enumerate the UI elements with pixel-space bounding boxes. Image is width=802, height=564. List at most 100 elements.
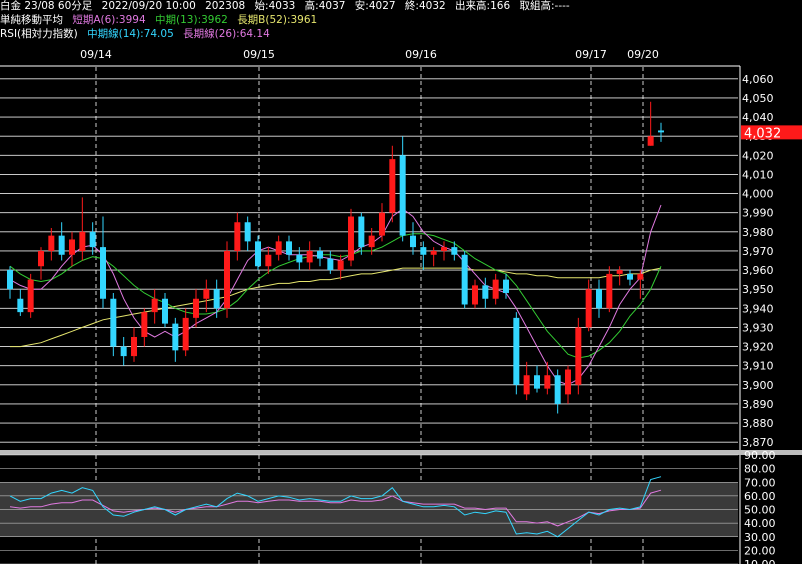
candle-body	[596, 289, 602, 309]
candle-body	[100, 247, 106, 299]
candle-body	[89, 231, 96, 248]
price-tick-label: 3,920	[742, 341, 774, 354]
candle-body	[503, 279, 509, 294]
candle-body	[348, 216, 354, 261]
candle-body	[637, 273, 644, 280]
rsi-tick-label: 60.00	[744, 490, 776, 503]
candle-body	[441, 247, 447, 251]
pane-separator	[0, 450, 802, 455]
price-tick-label: 3,940	[742, 302, 774, 315]
price-tick-label: 3,870	[742, 436, 774, 449]
rsi-tick-label: 10.00	[744, 558, 776, 564]
candle-body	[575, 327, 582, 385]
price-tick-label: 4,000	[742, 188, 774, 201]
candle-body	[265, 254, 272, 267]
candle-body	[306, 250, 313, 263]
price-tick-label: 3,950	[742, 283, 774, 296]
candle-body	[327, 258, 334, 271]
candle-body	[368, 235, 375, 248]
candle-body	[234, 222, 241, 251]
candle-body	[120, 346, 127, 357]
candle-body	[513, 317, 520, 385]
price-tick-label: 4,020	[742, 149, 774, 162]
date-label: 09/16	[405, 48, 437, 61]
rsi-tick-label: 50.00	[744, 504, 776, 517]
candle-body	[358, 216, 365, 248]
candle-body	[565, 369, 571, 395]
price-tick-label: 3,960	[742, 264, 774, 277]
date-label: 09/15	[243, 48, 275, 61]
candle-body	[275, 241, 282, 255]
price-tick-label: 3,980	[742, 226, 774, 239]
candle-body	[48, 235, 55, 251]
candle-body	[451, 247, 458, 255]
date-label: 09/17	[575, 48, 607, 61]
candle-body	[379, 212, 385, 236]
rsi-tick-label: 90.00	[744, 449, 776, 462]
candle-body	[38, 250, 44, 267]
candle-body	[658, 130, 664, 133]
candle-body	[585, 289, 592, 328]
candle-body	[224, 250, 230, 309]
candle-body	[544, 375, 551, 389]
price-tick-label: 3,890	[742, 398, 774, 411]
candle-body	[162, 298, 168, 324]
candle-body	[627, 273, 633, 280]
candle-body	[286, 241, 292, 255]
candle-body	[410, 235, 416, 248]
candle-body	[17, 298, 24, 313]
candle-body	[554, 375, 561, 404]
ma-long-line	[10, 267, 662, 348]
candle-body	[430, 250, 437, 255]
candle-body	[58, 235, 65, 255]
date-label: 09/20	[627, 48, 659, 61]
candle-body	[472, 285, 478, 305]
candle-body	[616, 270, 623, 274]
candle-body	[244, 222, 251, 242]
price-tick-label: 4,040	[742, 111, 774, 124]
candle-body	[110, 298, 117, 347]
candle-body	[606, 273, 613, 309]
candle-body	[420, 247, 427, 255]
candle-body	[492, 279, 499, 299]
price-chart[interactable]: 09/14 09/15 09/16 09/17 09/20 4,060 4,050 4,040…	[0, 0, 802, 564]
price-tick-label: 4,060	[742, 73, 774, 86]
candle-body	[523, 375, 530, 395]
price-tick-label: 3,930	[742, 321, 774, 334]
candle-body	[7, 270, 13, 290]
candle-body	[213, 289, 220, 309]
candle-body	[255, 241, 261, 267]
rsi-tick-label: 80.00	[744, 463, 776, 476]
candle-body	[79, 231, 86, 251]
rsi-tick-label: 40.00	[744, 517, 776, 530]
candle-body	[389, 159, 396, 213]
candle-body	[482, 285, 489, 299]
candle-body	[317, 250, 323, 259]
candle-body	[534, 375, 540, 389]
candle-body	[193, 298, 199, 318]
price-tick-label: 3,910	[742, 360, 774, 373]
price-tick-label: 3,990	[742, 207, 774, 220]
candle-body	[69, 239, 75, 255]
candle-body	[461, 254, 468, 305]
price-tick-label: 3,900	[742, 379, 774, 392]
price-tick-label: 3,880	[742, 417, 774, 430]
date-label: 09/14	[80, 48, 112, 61]
candle-body	[203, 289, 210, 299]
rsi-tick-label: 30.00	[744, 531, 776, 544]
price-tick-label: 4,010	[742, 168, 774, 181]
candle-body	[141, 312, 148, 337]
candle-body	[296, 254, 303, 263]
candle-body	[151, 298, 158, 313]
last-price-label: 4,032	[744, 126, 781, 141]
price-tick-label: 4,050	[742, 92, 774, 105]
candle-body	[172, 323, 179, 351]
candle-body	[647, 136, 654, 146]
rsi-tick-label: 70.00	[744, 476, 776, 489]
candle-body	[27, 279, 34, 313]
price-tick-label: 3,970	[742, 245, 774, 258]
candle-body	[399, 155, 406, 236]
candle-body	[337, 260, 344, 271]
candle-body	[131, 336, 137, 357]
candle-body	[182, 317, 189, 351]
